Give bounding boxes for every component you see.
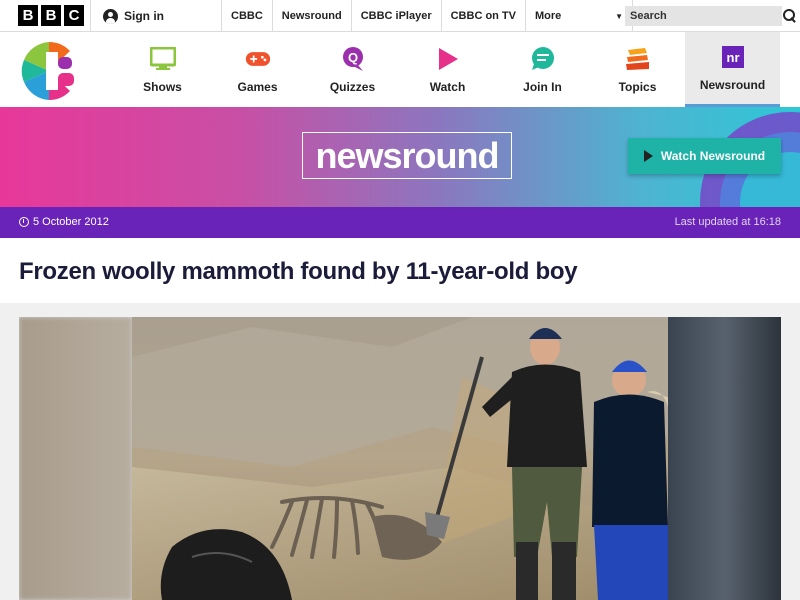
cbbc-nav-label: Shows xyxy=(143,79,182,94)
more-label: More xyxy=(535,10,562,22)
bbc-global-bar: B B C Sign in CBBC Newsround CBBC iPlaye… xyxy=(0,0,800,32)
caret-down-icon: ▼ xyxy=(615,11,623,21)
cbbc-nav-shows[interactable]: Shows xyxy=(115,32,210,107)
article-date-bar: 5 October 2012 Last updated at 16:18 xyxy=(0,207,800,238)
watch-newsround-label: Watch Newsround xyxy=(660,149,766,163)
nav-link-newsround[interactable]: Newsround xyxy=(271,0,351,32)
cbbc-nav-label: Watch xyxy=(429,79,466,94)
cbbc-nav-topics[interactable]: Topics xyxy=(590,32,685,107)
play-icon xyxy=(643,150,653,162)
last-updated: Last updated at 16:18 xyxy=(674,216,781,228)
nav-link-cbbc-on-tv[interactable]: CBBC on TV xyxy=(440,0,525,32)
chat-icon xyxy=(530,46,556,72)
stack-icon xyxy=(625,46,651,72)
bbc-logo-letter: C xyxy=(64,5,84,26)
article-headline: Frozen woolly mammoth found by 11-year-o… xyxy=(19,258,578,285)
nr-icon: nr xyxy=(720,44,746,70)
bbc-logo[interactable]: B B C xyxy=(18,5,84,26)
svg-text:nr: nr xyxy=(726,50,739,65)
global-nav: CBBC Newsround CBBC iPlayer CBBC on TV M… xyxy=(221,0,633,32)
user-icon xyxy=(103,8,118,24)
tv-icon xyxy=(149,46,176,72)
nav-link-cbbc[interactable]: CBBC xyxy=(221,0,272,32)
search-input[interactable] xyxy=(630,10,783,22)
search-box xyxy=(625,6,795,26)
cbbc-nav-watch[interactable]: Watch xyxy=(400,32,495,107)
newsround-logo: newsround xyxy=(302,132,512,179)
clock-icon xyxy=(19,217,29,227)
cbbc-nav-newsround[interactable]: nr Newsround xyxy=(685,32,780,107)
cbbc-nav-games[interactable]: Games xyxy=(210,32,305,107)
gamepad-icon xyxy=(245,46,271,72)
cbbc-nav-label: Newsround xyxy=(699,78,766,92)
photo-blur-right xyxy=(668,317,781,600)
cbbc-nav-items: Shows Games Q Quizzes Watch Join In Topi… xyxy=(115,32,780,107)
more-menu-button[interactable]: More ▼ xyxy=(525,0,633,32)
signin-label: Sign in xyxy=(124,9,164,23)
watch-newsround-button[interactable]: Watch Newsround xyxy=(628,138,781,174)
cbbc-nav-label: Topics xyxy=(618,79,657,94)
cbbc-nav-join-in[interactable]: Join In xyxy=(495,32,590,107)
cbbc-nav-label: Quizzes xyxy=(329,79,376,94)
quiz-icon: Q xyxy=(340,46,366,72)
mammoth-photo xyxy=(132,317,668,600)
publish-date-text: 5 October 2012 xyxy=(33,216,109,228)
bbc-logo-letter: B xyxy=(18,5,38,26)
headline-section: Frozen woolly mammoth found by 11-year-o… xyxy=(0,238,800,303)
cbbc-nav-label: Games xyxy=(237,79,278,94)
cbbc-nav-label: Join In xyxy=(523,79,562,94)
cbbc-nav: Shows Games Q Quizzes Watch Join In Topi… xyxy=(0,32,800,107)
signin-link[interactable]: Sign in xyxy=(90,0,164,32)
nav-link-cbbc-iplayer[interactable]: CBBC iPlayer xyxy=(350,0,441,32)
cbbc-logo[interactable] xyxy=(18,40,80,102)
bbc-logo-letter: B xyxy=(41,5,61,26)
article-photo-area xyxy=(19,317,781,600)
photo-blur-left xyxy=(19,317,132,600)
svg-text:Q: Q xyxy=(347,50,357,65)
cbbc-nav-quizzes[interactable]: Q Quizzes xyxy=(305,32,400,107)
publish-date: 5 October 2012 xyxy=(19,216,109,228)
play-icon xyxy=(435,46,461,72)
